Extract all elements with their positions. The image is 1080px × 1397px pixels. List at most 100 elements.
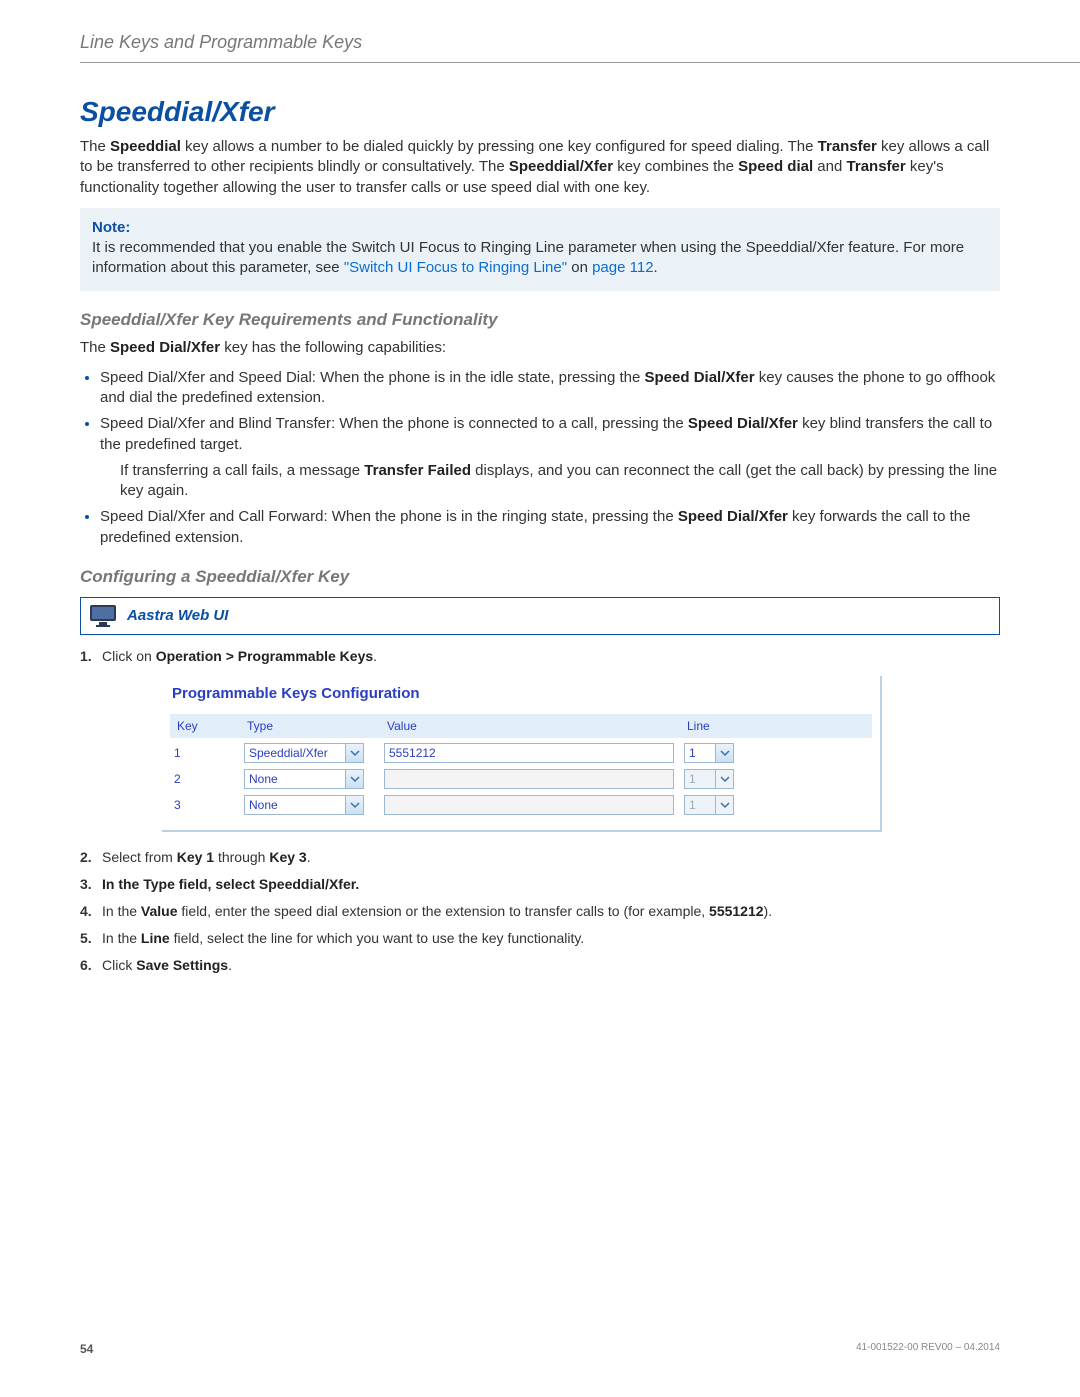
text: . xyxy=(228,957,232,973)
line-select: 1 xyxy=(684,769,734,789)
chevron-down-icon[interactable] xyxy=(345,770,363,788)
text: field, select xyxy=(175,876,259,892)
text: key has the following capabilities: xyxy=(220,339,446,356)
text: key combines the xyxy=(613,158,738,175)
term-transfer2: Transfer xyxy=(847,158,906,175)
text: . xyxy=(654,259,658,276)
subhead-configuring: Configuring a Speeddial/Xfer Key xyxy=(80,566,1000,589)
value-input[interactable] xyxy=(384,769,674,789)
monitor-icon xyxy=(89,604,117,628)
term: Line xyxy=(141,930,170,946)
term: Speed Dial/Xfer xyxy=(110,339,220,356)
steps-list: Click on Operation > Programmable Keys. … xyxy=(80,647,1000,975)
list-item: Speed Dial/Xfer and Blind Transfer: When… xyxy=(100,414,1000,501)
text: If transferring a call fails, a message xyxy=(120,462,364,479)
text: Speed Dial/Xfer and Blind Transfer: When… xyxy=(100,415,688,432)
value-input[interactable]: 5551212 xyxy=(384,743,674,763)
text: and xyxy=(813,158,846,175)
text: on xyxy=(567,259,592,276)
table-row: 3 None 1 xyxy=(170,794,872,816)
type-value: Speeddial/Xfer xyxy=(245,745,345,761)
list-item: Speed Dial/Xfer and Speed Dial: When the… xyxy=(100,368,1000,409)
line-value: 1 xyxy=(685,771,715,787)
doc-revision: 41-001522-00 REV00 – 04.2014 xyxy=(856,1341,1000,1357)
step-3: In the Type field, select Speeddial/Xfer… xyxy=(80,875,1000,894)
term: Speeddial/Xfer xyxy=(259,876,355,892)
transfer-failed-note: If transferring a call fails, a message … xyxy=(120,461,1000,502)
text: Click xyxy=(102,957,136,973)
value-input[interactable] xyxy=(384,795,674,815)
intro-paragraph: The Speeddial key allows a number to be … xyxy=(80,137,1000,198)
type-value: None xyxy=(245,797,345,813)
capability-list: Speed Dial/Xfer and Speed Dial: When the… xyxy=(100,368,1000,548)
chevron-down-icon xyxy=(715,770,733,788)
term: Speed Dial/Xfer xyxy=(678,508,788,525)
text: field, select the line for which you wan… xyxy=(170,930,585,946)
note-link[interactable]: "Switch UI Focus to Ringing Line" xyxy=(344,259,567,276)
term: Save Settings xyxy=(136,957,228,973)
chevron-down-icon xyxy=(715,796,733,814)
chevron-down-icon[interactable] xyxy=(345,796,363,814)
term: Type xyxy=(143,876,175,892)
value-text: 5551212 xyxy=(389,745,436,761)
step-2: Select from Key 1 through Key 3. xyxy=(80,848,1000,867)
step-4: In the Value field, enter the speed dial… xyxy=(80,902,1000,921)
step-5: In the Line field, select the line for w… xyxy=(80,929,1000,948)
key-number: 2 xyxy=(170,770,240,788)
text: Speed Dial/Xfer and Call Forward: When t… xyxy=(100,508,678,525)
text: . xyxy=(355,876,359,892)
text: Select from xyxy=(102,849,177,865)
term-speeddial: Speeddial xyxy=(110,138,181,155)
col-line: Line xyxy=(681,715,781,737)
text: The xyxy=(80,138,110,155)
page-footer: 54 41-001522-00 REV00 – 04.2014 xyxy=(80,1341,1000,1357)
text: . xyxy=(373,648,377,664)
term: Transfer Failed xyxy=(364,462,471,479)
pk-header-row: Key Type Value Line xyxy=(170,714,872,738)
text: In the xyxy=(102,876,143,892)
step-1: Click on Operation > Programmable Keys. … xyxy=(80,647,1000,832)
term: Value xyxy=(141,903,178,919)
term: Speed Dial/Xfer xyxy=(645,369,755,386)
chevron-down-icon[interactable] xyxy=(715,744,733,762)
type-select[interactable]: Speeddial/Xfer xyxy=(244,743,364,763)
webui-bar: Aastra Web UI xyxy=(80,597,1000,635)
term: 5551212 xyxy=(709,903,764,919)
line-select[interactable]: 1 xyxy=(684,743,734,763)
type-select[interactable]: None xyxy=(244,795,364,815)
note-box: Note: It is recommended that you enable … xyxy=(80,208,1000,291)
table-row: 1 Speeddial/Xfer 5551212 1 xyxy=(170,742,872,764)
col-value: Value xyxy=(381,715,681,737)
text: ). xyxy=(764,903,773,919)
note-label: Note: xyxy=(92,218,988,238)
menu-path: Operation > Programmable Keys xyxy=(156,648,373,664)
term-speeddial-xfer: Speeddial/Xfer xyxy=(509,158,613,175)
text: . xyxy=(307,849,311,865)
text: In the xyxy=(102,903,141,919)
line-select: 1 xyxy=(684,795,734,815)
reqs-lead: The Speed Dial/Xfer key has the followin… xyxy=(80,338,1000,358)
key-number: 1 xyxy=(170,744,240,762)
text: Click on xyxy=(102,648,156,664)
programmable-keys-panel: Programmable Keys Configuration Key Type… xyxy=(162,676,882,832)
subhead-requirements: Speeddial/Xfer Key Requirements and Func… xyxy=(80,309,1000,332)
type-select[interactable]: None xyxy=(244,769,364,789)
list-item: Speed Dial/Xfer and Call Forward: When t… xyxy=(100,507,1000,548)
term-speed-dial: Speed dial xyxy=(738,158,813,175)
step-6: Click Save Settings. xyxy=(80,956,1000,975)
type-value: None xyxy=(245,771,345,787)
text: through xyxy=(214,849,269,865)
text: field, enter the speed dial extension or… xyxy=(178,903,710,919)
note-body: It is recommended that you enable the Sw… xyxy=(92,238,988,279)
key-number: 3 xyxy=(170,796,240,814)
col-key: Key xyxy=(171,715,241,737)
text: Speed Dial/Xfer and Speed Dial: When the… xyxy=(100,369,645,386)
chevron-down-icon[interactable] xyxy=(345,744,363,762)
term-transfer: Transfer xyxy=(818,138,877,155)
text: key allows a number to be dialed quickly… xyxy=(181,138,818,155)
line-value: 1 xyxy=(685,745,715,761)
pk-title: Programmable Keys Configuration xyxy=(170,680,872,714)
text: In the xyxy=(102,930,141,946)
table-row: 2 None 1 xyxy=(170,768,872,790)
note-pageref-link[interactable]: page 112 xyxy=(592,259,653,276)
